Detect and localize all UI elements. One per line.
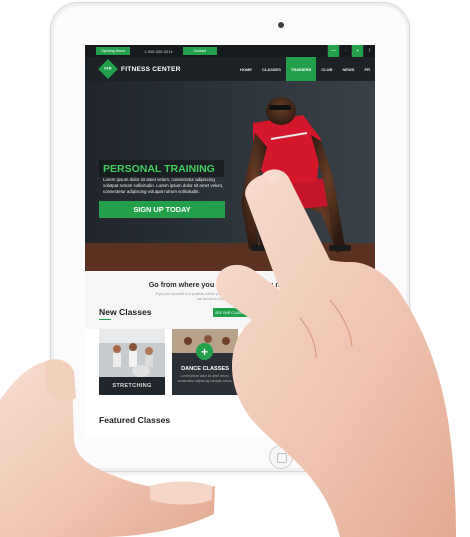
hero-body: Lorem ipsum dolor sit amet velum, consec…: [103, 177, 224, 194]
plus-icon[interactable]: +: [196, 343, 213, 360]
nav-classes[interactable]: CLASSES: [257, 57, 286, 81]
class-card-stretching[interactable]: STRETCHING: [99, 329, 165, 395]
logo-icon: GYM: [98, 59, 118, 79]
logo-text[interactable]: FITNESS CENTER: [121, 66, 181, 73]
new-classes-title: New Classes: [99, 307, 152, 317]
social-icon-3[interactable]: ▪: [351, 45, 363, 57]
nav-trainers[interactable]: TRAINERS: [285, 57, 317, 81]
hero-title: PERSONAL TRAINING: [99, 160, 224, 177]
see-classes-button[interactable]: SEE OUR CLASSES: [213, 308, 249, 317]
opening-hours-button[interactable]: Opening Hours: [96, 47, 131, 55]
top-bar: Opening Hours 1-900-000-0014 Contact — ◦…: [85, 45, 375, 57]
sign-up-button[interactable]: SIGN UP TODAY: [99, 201, 225, 218]
featured-classes-title: Featured Classes: [99, 415, 171, 425]
intro-title: Go from where you are to where you need …: [148, 280, 312, 289]
new-classes-underline: [99, 319, 111, 320]
site-header: GYM FITNESS CENTER HOME CLASSES TRAINERS…: [85, 57, 375, 81]
tablet-screen: Opening Hours 1-900-000-0014 Contact — ◦…: [85, 45, 375, 437]
hero-section: PERSONAL TRAINING Lorem ipsum dolor sit …: [85, 81, 375, 271]
intro-section: Go from where you are to where you need …: [85, 271, 375, 329]
stage: Opening Hours 1-900-000-0014 Contact — ◦…: [0, 0, 470, 537]
contact-button[interactable]: Contact: [182, 47, 218, 55]
social-icon-4[interactable]: f: [363, 45, 375, 57]
nav-news[interactable]: NEWS: [337, 57, 359, 81]
social-icon-1[interactable]: —: [327, 45, 339, 57]
nav-home[interactable]: HOME: [235, 57, 257, 81]
class-card-3-caption: [245, 377, 311, 395]
intro-subtitle: If you put yourself in a position where …: [155, 292, 305, 301]
class-card-dance[interactable]: + DANCE CLASSES Lorem ipsum dolor sit am…: [172, 329, 238, 395]
class-card-3-image: [245, 329, 311, 377]
logo-mark-text: GYM: [104, 66, 112, 71]
social-icons: — ◦ ▪ f: [327, 45, 375, 57]
nav-pr[interactable]: PR: [359, 57, 375, 81]
home-button-icon[interactable]: [269, 445, 293, 469]
dance-description: Lorem ipsum dolor sit amet velum, consec…: [177, 374, 233, 383]
dance-label: DANCE CLASSES: [181, 366, 229, 372]
camera-icon: [278, 22, 284, 28]
social-icon-2[interactable]: ◦: [339, 45, 351, 57]
phone-number: 1-900-000-0014: [144, 48, 173, 54]
main-nav: HOME CLASSES TRAINERS CLUB NEWS PR: [235, 57, 375, 81]
class-card-3[interactable]: [245, 329, 311, 395]
stretching-label: STRETCHING: [99, 377, 165, 395]
nav-club[interactable]: CLUB: [316, 57, 337, 81]
stretching-image: [99, 329, 165, 377]
